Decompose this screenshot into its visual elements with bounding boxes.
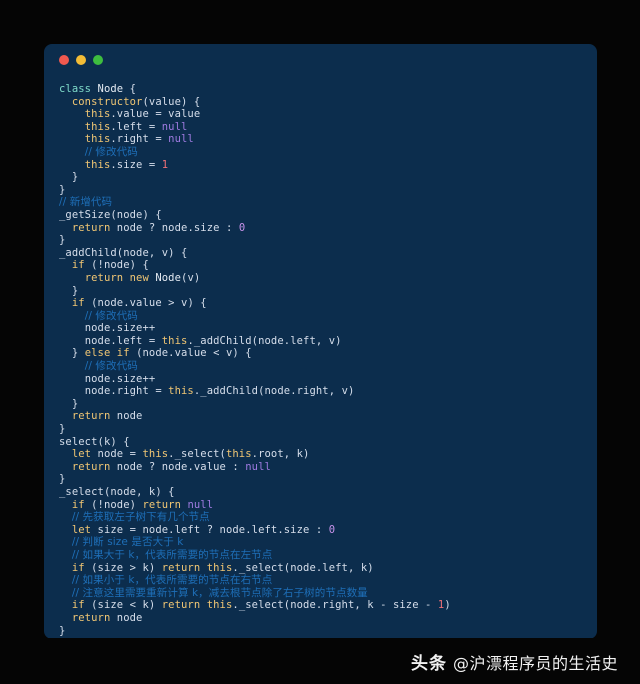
watermark: 头条 @沪漂程序员的生活史 (411, 649, 618, 674)
code-editor-body[interactable]: class Node { constructor(value) { this.v… (45, 75, 596, 637)
watermark-handle: @沪漂程序员的生活史 (452, 653, 618, 673)
minimize-button[interactable] (76, 55, 86, 65)
footer-watermark-bar: 头条 @沪漂程序员的生活史 (0, 638, 640, 684)
window-titlebar[interactable] (45, 45, 596, 75)
maximize-button[interactable] (93, 55, 103, 65)
code-block[interactable]: class Node { constructor(value) { this.v… (59, 83, 596, 637)
code-window: class Node { constructor(value) { this.v… (45, 45, 596, 638)
watermark-brand: 头条 (410, 653, 447, 674)
screenshot-root: class Node { constructor(value) { this.v… (0, 0, 640, 684)
close-button[interactable] (59, 55, 69, 65)
